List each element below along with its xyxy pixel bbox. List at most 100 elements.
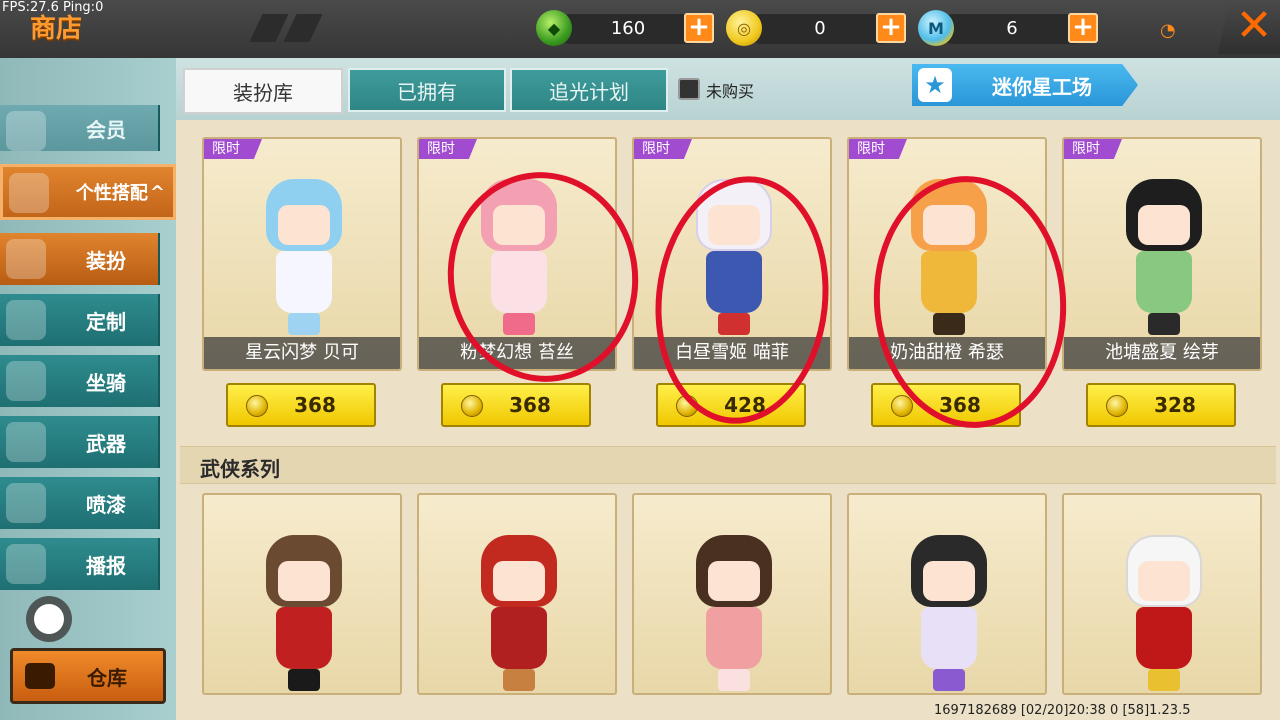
buy-price-button[interactable]: 328 [1086, 383, 1236, 427]
limited-badge: 限时 [634, 139, 692, 159]
sidebar-item-label: 喷漆 [86, 492, 126, 517]
limited-badge: 限时 [849, 139, 907, 159]
outfit-name: 星云闪梦 贝可 [204, 337, 400, 369]
tab-outfit-library[interactable]: 装扮库 [183, 68, 343, 114]
gold-coin-icon [461, 395, 483, 417]
outfit-card[interactable]: 限时 白昼雪姬 喵菲 [632, 137, 832, 371]
workshop-label: 迷你星工场 [992, 74, 1092, 99]
buy-price-button[interactable]: 368 [871, 383, 1021, 427]
sidebar-item-spray[interactable]: 喷漆 [0, 477, 160, 529]
character-legs [503, 313, 535, 335]
limited-badge: 限时 [204, 139, 262, 159]
member-icon [6, 111, 46, 151]
pencil-icon [6, 300, 46, 340]
buy-price-button[interactable]: 368 [226, 383, 376, 427]
section-header [180, 446, 1276, 484]
outfit-card[interactable] [847, 493, 1047, 695]
character-figure [684, 179, 784, 339]
character-outfit [276, 251, 332, 313]
sidebar-item-custom[interactable]: 定制 [0, 294, 160, 346]
sidebar-item-label: 武器 [86, 431, 126, 456]
page-title: 商店 [30, 14, 83, 44]
buy-price-button[interactable]: 428 [656, 383, 806, 427]
character-figure [899, 179, 999, 339]
top-bar: FPS:27.6 Ping:0 商店 ◆ 160 + ◎ 0 + M 6 + ◔… [0, 0, 1280, 58]
chevron-up-icon: ^ [149, 181, 165, 203]
character-legs [1148, 669, 1180, 691]
character-figure [469, 535, 569, 693]
warehouse-label: 仓库 [87, 665, 127, 690]
outfit-name: 奶油甜橙 希瑟 [849, 337, 1045, 369]
section-title: 武侠系列 [200, 457, 280, 481]
character-legs [718, 669, 750, 691]
broadcast-icon [6, 544, 46, 584]
star-icon: ★ [918, 68, 952, 102]
character-legs [933, 669, 965, 691]
character-figure [1114, 179, 1214, 339]
sidebar-item-dressup[interactable]: 装扮 [0, 233, 160, 285]
floating-assist-button[interactable] [26, 596, 72, 642]
gold-coin-icon [246, 395, 268, 417]
sidebar-item-broadcast[interactable]: 播报 [0, 538, 160, 590]
tab-chase-light-plan[interactable]: 追光计划 [510, 68, 668, 112]
sidebar-item-label: 会员 [86, 117, 126, 142]
outfit-card[interactable] [417, 493, 617, 695]
mini-coin-count: 6 [1006, 18, 1018, 39]
character-figure [254, 179, 354, 339]
mini-star-workshop-button[interactable]: ★ 迷你星工场 [912, 64, 1138, 106]
character-legs [1148, 313, 1180, 335]
character-legs [933, 313, 965, 335]
outfit-card[interactable]: 限时 粉梦幻想 苔丝 [417, 137, 617, 371]
tab-owned[interactable]: 已拥有 [348, 68, 506, 112]
add-gem-button[interactable]: + [684, 13, 714, 43]
character-face [278, 561, 330, 601]
chest-icon [25, 663, 55, 689]
sidebar-item-weapon[interactable]: 武器 [0, 416, 160, 468]
character-figure [469, 179, 569, 339]
outfit-card[interactable]: 限时 奶油甜橙 希瑟 [847, 137, 1047, 371]
outfit-name: 粉梦幻想 苔丝 [419, 337, 615, 369]
add-mini-coin-button[interactable]: + [1068, 13, 1098, 43]
outfit-card[interactable] [1062, 493, 1262, 695]
sidebar-item-label: 坐骑 [86, 370, 126, 395]
close-button[interactable]: ✕ [1218, 0, 1280, 54]
build-info: 1697182689 [02/20]20:38 0 [58]1.23.5 [934, 703, 1191, 718]
price-value: 328 [1154, 393, 1196, 417]
shirt-icon [6, 239, 46, 279]
character-outfit [706, 607, 762, 669]
character-outfit [921, 607, 977, 669]
outfit-card[interactable] [632, 493, 832, 695]
character-legs [503, 669, 535, 691]
character-face [493, 205, 545, 245]
gun-icon [6, 422, 46, 462]
gold-coin-icon [1106, 395, 1128, 417]
sidebar-category-outfit-style[interactable]: 个性搭配 ^ [0, 164, 176, 220]
buy-price-button[interactable]: 368 [441, 383, 591, 427]
spray-can-icon [6, 483, 46, 523]
character-legs [288, 313, 320, 335]
warehouse-button[interactable]: 仓库 [10, 648, 166, 704]
outfit-card[interactable] [202, 493, 402, 695]
decor-stripe [283, 14, 323, 42]
character-outfit [276, 607, 332, 669]
sidebar-item-mount[interactable]: 坐骑 [0, 355, 160, 407]
gold-coin-icon [676, 395, 698, 417]
outfit-card[interactable]: 限时 池塘盛夏 绘芽 [1062, 137, 1262, 371]
gem-count: 160 [610, 18, 646, 39]
outfit-card[interactable]: 限时 星云闪梦 贝可 [202, 137, 402, 371]
trophy-icon [9, 173, 49, 213]
character-figure [684, 535, 784, 693]
price-value: 368 [509, 393, 551, 417]
add-coin-button[interactable]: + [876, 13, 906, 43]
sidebar-item-label: 个性搭配 [75, 183, 148, 204]
outfit-name: 池塘盛夏 绘芽 [1064, 337, 1260, 369]
sidebar-item-member[interactable]: 会员 [0, 105, 160, 151]
character-face [278, 205, 330, 245]
sidebar-item-label: 装扮 [86, 248, 126, 273]
unbought-checkbox[interactable] [678, 78, 700, 100]
character-legs [718, 313, 750, 335]
character-figure [899, 535, 999, 693]
limited-badge: 限时 [1064, 139, 1122, 159]
character-face [708, 205, 760, 245]
character-outfit [1136, 607, 1192, 669]
